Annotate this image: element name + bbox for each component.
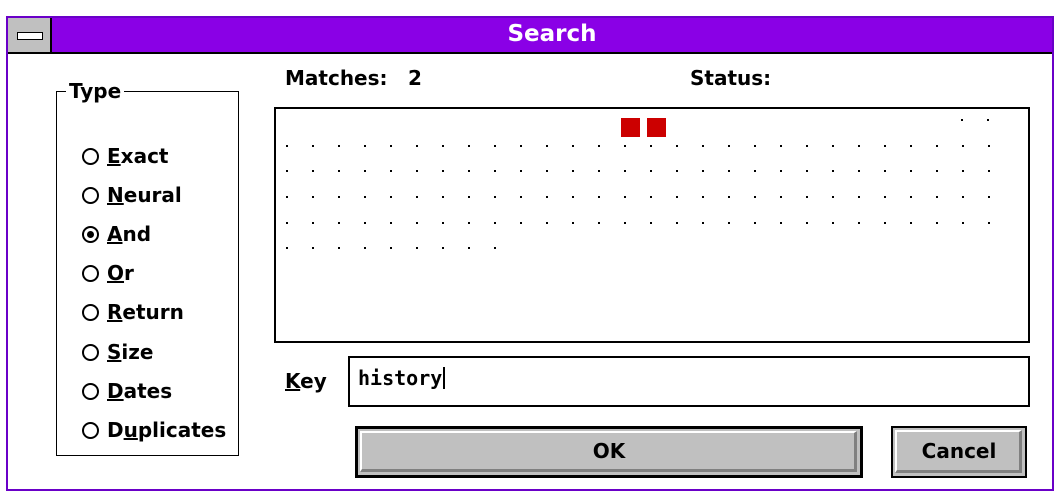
radio-button-icon[interactable] [82,186,99,204]
radio-and[interactable]: And [82,220,151,248]
radio-return[interactable]: Return [82,298,184,326]
title-bar[interactable]: Search [8,18,1052,54]
results-dot-grid [286,119,990,249]
radio-button-icon[interactable] [82,303,99,321]
radio-label-duplicates: Duplicates [107,418,227,442]
ok-button[interactable]: OK [355,426,863,478]
radio-label-size: Size [107,340,154,364]
radio-label-or: Or [107,261,134,285]
radio-neural[interactable]: Neural [82,181,182,209]
radio-label-exact: Exact [107,144,169,168]
radio-label-dates: Dates [107,379,173,403]
radio-label-return: Return [107,300,184,324]
cancel-button[interactable]: Cancel [891,426,1027,478]
ok-button-label: OK [592,439,626,463]
radio-label-and: And [107,222,152,246]
matches-value: 2 [408,66,422,90]
radio-button-icon[interactable] [82,147,99,165]
radio-dates[interactable]: Dates [82,377,172,405]
radio-label-neural: Neural [107,183,182,207]
radio-button-icon[interactable] [82,421,99,439]
radio-exact[interactable]: Exact [82,142,168,170]
radio-or[interactable]: Or [82,259,134,287]
radio-button-icon[interactable] [82,382,99,400]
radio-size[interactable]: Size [82,338,153,366]
status-label: Status: [690,66,772,90]
window-title: Search [507,21,597,47]
radio-duplicates[interactable]: Duplicates [82,416,226,444]
type-group-title: Type [66,79,125,103]
match-marker[interactable] [647,118,666,137]
text-caret [443,367,446,389]
key-input-text: history [358,366,446,390]
key-input[interactable]: history [348,356,1030,407]
radio-button-icon[interactable] [82,343,99,361]
match-marker[interactable] [621,118,640,137]
system-menu-icon [17,32,43,40]
results-panel[interactable] [274,107,1030,343]
key-label: Key [285,369,327,393]
matches-label: Matches: [285,66,388,90]
radio-button-icon[interactable] [82,264,99,282]
system-menu-button[interactable] [8,18,52,52]
cancel-button-label: Cancel [921,439,997,463]
radio-button-selected-icon[interactable] [82,225,99,243]
